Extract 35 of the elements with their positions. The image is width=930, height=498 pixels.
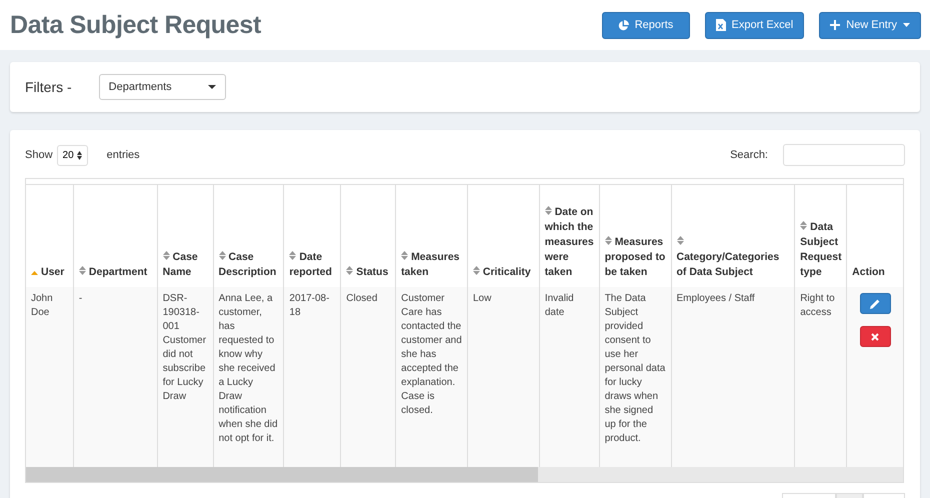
delete-button[interactable] <box>860 326 891 347</box>
table-cell: Invalid date <box>538 287 599 467</box>
table-cell: Anna Lee, a customer, has requested to know why she received a Lucky Draw notification when she did not opt for it. <box>212 287 284 467</box>
table-cell: Right to access <box>794 287 846 467</box>
sort-arrows-icon <box>76 150 82 160</box>
table-cell: The Data Subject provided consent to use her personal data for lucky draws when she signed up for the product. <box>598 287 671 467</box>
table-cell: 2017-08-18 <box>283 287 340 467</box>
close-icon <box>871 332 880 340</box>
spreadsheet-file-icon <box>716 19 726 31</box>
table-cell: John Doe <box>26 287 73 467</box>
show-label: Show <box>25 149 53 161</box>
table-cell: Customer Care has contacted the customer and she has accepted the explanation. Case is closed. <box>395 287 467 467</box>
pie-chart-icon <box>618 20 629 30</box>
filters-label: Filters - <box>25 79 72 95</box>
table-cell: DSR-190318-001 Customer did not subscribe for Lucky Draw <box>156 287 213 467</box>
plus-icon <box>830 20 840 30</box>
search-label: Search: <box>730 149 768 161</box>
table-cell: Closed <box>340 287 396 467</box>
page-size-select[interactable]: 20 <box>56 144 88 166</box>
table-cell: Employees / Staff <box>670 287 794 467</box>
column-header[interactable]: User <box>26 185 73 287</box>
entries-label: entries <box>106 149 140 161</box>
caret-icon <box>208 85 216 89</box>
table-cell: Low <box>467 287 539 467</box>
pencil-icon <box>870 298 880 308</box>
departments-dropdown[interactable]: Departments <box>98 74 226 100</box>
search-field[interactable] <box>783 144 905 166</box>
horizontal-scrollbar[interactable] <box>26 467 903 482</box>
table-cell: - <box>72 287 157 467</box>
scrollbar-thumb[interactable] <box>26 467 538 482</box>
toolbar-button[interactable]: New Entry <box>819 12 921 38</box>
toolbar-button[interactable]: Export Excel <box>704 12 804 38</box>
edit-button[interactable] <box>860 293 891 314</box>
toolbar-button[interactable]: Reports <box>602 12 690 38</box>
page-title: Data Subject Request <box>10 10 262 40</box>
